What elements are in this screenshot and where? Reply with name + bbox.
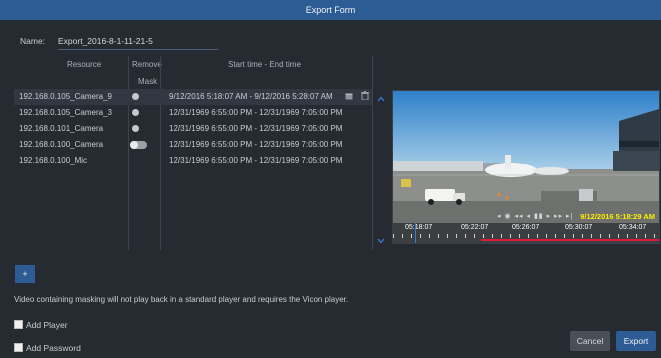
playback-controls[interactable]: ◂ ◉ ◂◂ ◂ ▮▮ ▸ ▸▸ ▸| — [497, 212, 573, 220]
timeline-label: 05:18:07 — [405, 224, 433, 231]
chevron-up-icon[interactable] — [377, 94, 385, 104]
mask-toggle[interactable] — [130, 141, 147, 149]
add-password-row[interactable]: Add Password — [14, 343, 81, 353]
mask-toggle[interactable] — [132, 93, 139, 100]
export-button[interactable]: Export — [616, 331, 656, 351]
add-player-label: Add Player — [26, 320, 68, 330]
time-range: 12/31/1969 6:55:00 PM - 12/31/1969 7:05:… — [169, 124, 343, 133]
table-row[interactable]: 192.168.0.100_Mic 12/31/1969 6:55:00 PM … — [14, 153, 372, 169]
calendar-icon[interactable] — [345, 92, 353, 102]
resource-name: 192.168.0.100_Camera — [19, 140, 104, 149]
mask-toggle[interactable] — [132, 109, 139, 116]
table-row[interactable]: 192.168.0.105_Camera_3 12/31/1969 6:55:0… — [14, 105, 372, 121]
name-label: Name: — [20, 36, 46, 46]
masking-note: Video containing masking will not play b… — [14, 295, 349, 304]
resource-name: 192.168.0.101_Camera — [19, 124, 104, 133]
time-range: 12/31/1969 6:55:00 PM - 12/31/1969 7:05:… — [169, 156, 343, 165]
timeline-range — [481, 239, 659, 241]
time-range: 12/31/1969 6:55:00 PM - 12/31/1969 7:05:… — [169, 108, 343, 117]
add-player-row[interactable]: Add Player — [14, 320, 68, 330]
column-header-time: Start time - End time — [228, 60, 301, 69]
add-password-checkbox[interactable] — [14, 343, 23, 352]
time-range: 9/12/2016 5:18:07 AM - 9/12/2016 5:28:07… — [169, 92, 333, 101]
timeline-label: 05:22:07 — [461, 224, 489, 231]
resource-name: 192.168.0.105_Camera_3 — [19, 108, 112, 117]
column-divider — [372, 56, 373, 250]
mask-toggle[interactable] — [132, 125, 139, 132]
table-row[interactable]: 192.168.0.101_Camera 12/31/1969 6:55:00 … — [14, 121, 372, 137]
table-row[interactable]: 192.168.0.100_Camera 12/31/1969 6:55:00 … — [14, 137, 372, 153]
timeline-bar[interactable]: 05:18:07 05:22:07 05:26:07 05:30:07 05:3… — [393, 223, 659, 243]
add-password-label: Add Password — [26, 343, 81, 353]
chevron-down-icon[interactable] — [377, 236, 385, 246]
column-header-remove: Remove — [132, 60, 162, 69]
timeline-ticks — [393, 234, 659, 238]
video-preview[interactable]: 9/12/2016 5:18:29 AM ◂ ◉ ◂◂ ◂ ▮▮ ▸ ▸▸ ▸|… — [392, 90, 660, 244]
resource-name: 192.168.0.105_Camera_9 — [19, 92, 112, 101]
column-header-resource: Resource — [67, 60, 102, 69]
playhead[interactable] — [415, 223, 416, 243]
resource-name: 192.168.0.100_Mic — [19, 156, 88, 165]
add-player-checkbox[interactable] — [14, 320, 23, 329]
name-field[interactable]: Export_2016-8-1-11-21-5 — [58, 36, 218, 50]
add-resource-button[interactable]: + — [15, 265, 35, 283]
timeline-label: 05:26:07 — [512, 224, 540, 231]
cancel-button[interactable]: Cancel — [570, 331, 610, 351]
column-header-mask: Mask — [138, 77, 158, 86]
time-range: 12/31/1969 6:55:00 PM - 12/31/1969 7:05:… — [169, 140, 343, 149]
window-title: Export Form — [0, 0, 661, 20]
timestamp: 9/12/2016 5:18:29 AM — [580, 212, 655, 221]
trash-icon[interactable] — [361, 91, 369, 102]
timeline-label: 05:34:07 — [619, 224, 647, 231]
table-row[interactable]: 192.168.0.105_Camera_9 9/12/2016 5:18:07… — [14, 89, 372, 105]
timeline-label: 05:30:07 — [565, 224, 593, 231]
